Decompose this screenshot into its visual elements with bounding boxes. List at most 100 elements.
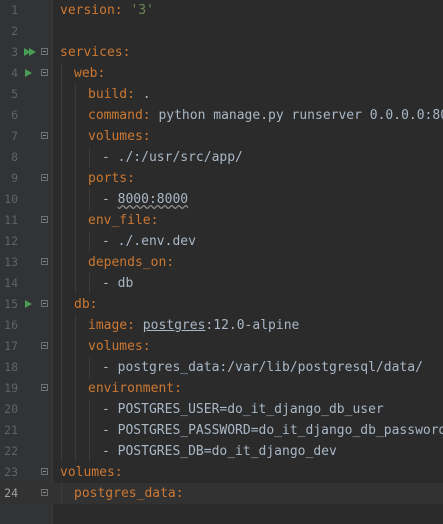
yaml-list-item: - (102, 192, 118, 207)
code-text[interactable]: postgres_data: (74, 483, 184, 504)
code-text[interactable]: - POSTGRES_DB=do_it_django_dev (102, 441, 337, 462)
code-text[interactable]: web: (74, 63, 105, 84)
code-text[interactable]: - ./:/usr/src/app/ (102, 147, 243, 168)
indent-guide (74, 189, 76, 210)
line-number: 23 (4, 465, 18, 479)
line-number: 10 (4, 192, 18, 206)
code-text[interactable]: image: postgres:12.0-alpine (88, 315, 299, 336)
code-line[interactable]: 5 build: . (0, 84, 443, 105)
code-line[interactable]: 15 db: (0, 294, 443, 315)
code-text[interactable]: - POSTGRES_PASSWORD=do_it_django_db_pass… (102, 420, 443, 441)
code-line[interactable]: 18 - postgres_data:/var/lib/postgresql/da… (0, 357, 443, 378)
code-line[interactable]: 14 - db (0, 273, 443, 294)
line-number: 8 (11, 150, 18, 164)
indent-guide (88, 357, 90, 378)
fold-icon[interactable] (41, 300, 48, 307)
code-text[interactable]: ports: (88, 168, 135, 189)
code-text[interactable]: db: (74, 294, 97, 315)
code-text[interactable]: services: (60, 42, 130, 63)
code-text[interactable]: - postgres_data:/var/lib/postgresql/data… (102, 357, 423, 378)
run-all-icon[interactable] (24, 47, 36, 56)
yaml-separator: : (127, 318, 143, 333)
code-line[interactable]: 11 env_file: (0, 210, 443, 231)
code-text[interactable]: volumes: (88, 336, 151, 357)
code-text[interactable]: - ./.env.dev (102, 231, 196, 252)
code-text[interactable]: env_file: (88, 210, 158, 231)
yaml-key: version (60, 3, 115, 18)
indent-guide (60, 105, 62, 126)
fold-icon[interactable] (41, 384, 48, 391)
fold-icon[interactable] (41, 216, 48, 223)
yaml-list-item: - POSTGRES_DB=do_it_django_dev (102, 444, 337, 459)
indent-guide (88, 420, 90, 441)
code-line[interactable]: 10 - 8000:8000 (0, 189, 443, 210)
code-line[interactable]: 12 - ./.env.dev (0, 231, 443, 252)
yaml-separator: : (142, 129, 151, 144)
line-number: 2 (11, 24, 18, 38)
code-text[interactable]: - 8000:8000 (102, 189, 188, 210)
code-line[interactable]: 6 command: python manage.py runserver 0.0… (0, 105, 443, 126)
fold-icon[interactable] (41, 132, 48, 139)
code-text[interactable]: - POSTGRES_USER=do_it_django_db_user (102, 399, 384, 420)
fold-icon[interactable] (41, 342, 48, 349)
indent-guide (60, 231, 62, 252)
yaml-separator: : (142, 339, 151, 354)
code-line[interactable]: 24 postgres_data: (0, 483, 443, 504)
indent-guide (74, 147, 76, 168)
yaml-separator: : (97, 66, 106, 81)
code-line[interactable]: 20 - POSTGRES_USER=do_it_django_db_user (0, 399, 443, 420)
code-text[interactable]: volumes: (60, 462, 123, 483)
code-line[interactable]: 7 volumes: (0, 126, 443, 147)
code-line[interactable]: 3 services: (0, 42, 443, 63)
yaml-list-value: 8000:8000 (117, 192, 189, 207)
indent-guide (60, 315, 62, 336)
yaml-key: env_file (88, 213, 151, 228)
fold-icon[interactable] (41, 69, 48, 76)
code-text[interactable]: - db (102, 273, 133, 294)
fold-icon[interactable] (41, 489, 48, 496)
yaml-separator: : (114, 465, 123, 480)
indent-guide (88, 441, 90, 462)
code-line[interactable]: 1 version: '3' (0, 0, 443, 21)
indent-guide (60, 126, 62, 147)
indent-guide (74, 252, 76, 273)
code-line[interactable]: 23 volumes: (0, 462, 443, 483)
indent-guide (60, 210, 62, 231)
code-line[interactable]: 17 volumes: (0, 336, 443, 357)
yaml-separator: : (166, 255, 175, 270)
code-line[interactable]: 8 - ./:/usr/src/app/ (0, 147, 443, 168)
code-editor[interactable]: 1 version: '3' 2 3 services: 4 web: 5 build: .6c… (0, 0, 443, 524)
indent-guide (74, 399, 76, 420)
line-number: 17 (4, 339, 18, 353)
indent-guide (74, 126, 76, 147)
code-text[interactable]: version: '3' (60, 0, 154, 21)
code-line[interactable]: 2 (0, 21, 443, 42)
code-line[interactable]: 16 image: postgres:12.0-alpine (0, 315, 443, 336)
code-line[interactable]: 4 web: (0, 63, 443, 84)
run-icon[interactable] (25, 300, 32, 308)
code-line[interactable]: 19 environment: (0, 378, 443, 399)
indent-guide (74, 420, 76, 441)
yaml-key: command (88, 108, 143, 123)
code-line[interactable]: 21 - POSTGRES_PASSWORD=do_it_django_db_pa… (0, 420, 443, 441)
run-icon[interactable] (25, 69, 32, 77)
yaml-list-item: - POSTGRES_USER=do_it_django_db_user (102, 402, 384, 417)
code-text[interactable]: environment: (88, 378, 182, 399)
code-line[interactable]: 13 depends_on: (0, 252, 443, 273)
yaml-key: build (88, 87, 128, 102)
line-number: 13 (4, 255, 18, 269)
indent-guide (60, 189, 62, 210)
fold-icon[interactable] (41, 468, 48, 475)
yaml-separator: : (150, 213, 159, 228)
code-line[interactable]: 9 ports: (0, 168, 443, 189)
yaml-key: services (60, 45, 123, 60)
fold-icon[interactable] (41, 48, 48, 55)
code-line[interactable]: 22 - POSTGRES_DB=do_it_django_dev (0, 441, 443, 462)
code-text[interactable]: volumes: (88, 126, 151, 147)
fold-icon[interactable] (41, 174, 48, 181)
fold-icon[interactable] (41, 258, 48, 265)
code-text[interactable]: command: python manage.py runserver 0.0.… (88, 105, 443, 126)
line-number: 11 (4, 213, 18, 227)
code-text[interactable]: build: . (88, 84, 151, 105)
code-text[interactable]: depends_on: (88, 252, 174, 273)
